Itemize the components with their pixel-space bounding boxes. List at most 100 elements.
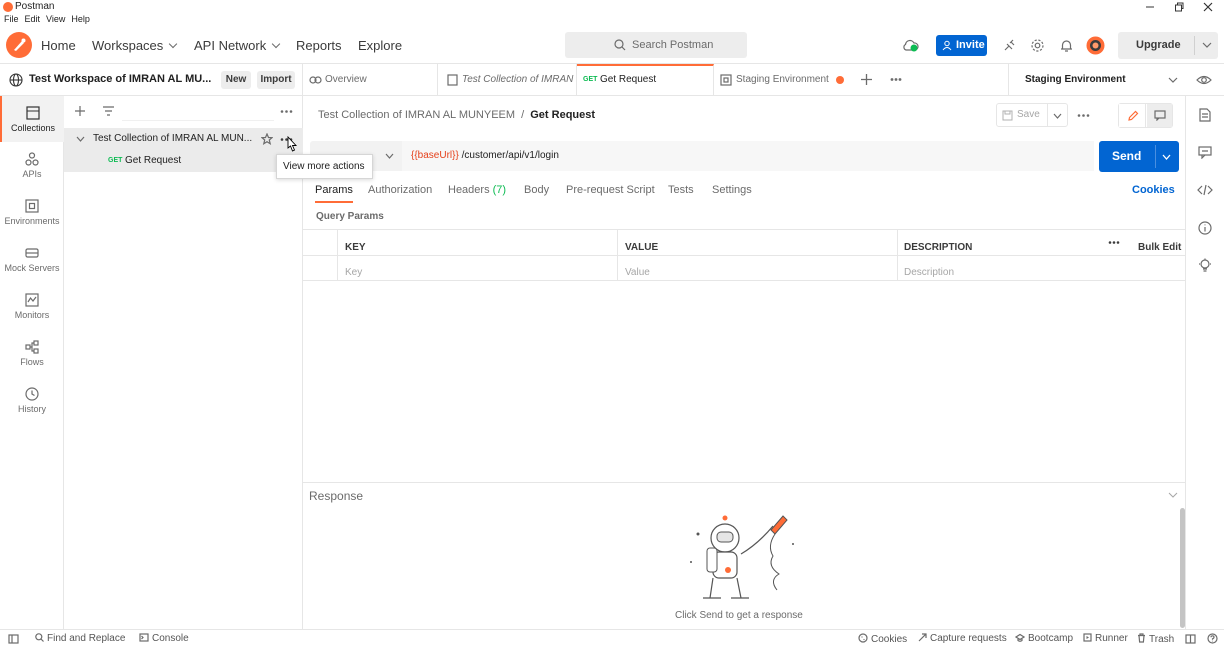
nav-mock-servers-label: Mock Servers <box>4 263 60 273</box>
mouse-cursor-icon <box>287 136 298 152</box>
edit-mode-button[interactable] <box>1119 104 1146 127</box>
satellite-icon[interactable] <box>1002 38 1017 53</box>
nav-apis[interactable]: APIs <box>0 144 64 190</box>
workspace-name[interactable]: Test Workspace of IMRAN AL MU... <box>29 73 211 85</box>
description-input[interactable]: Description <box>904 267 954 278</box>
filter-input[interactable] <box>122 103 274 121</box>
layout-toggle-icon[interactable] <box>1185 634 1196 644</box>
chevron-down-icon[interactable] <box>1053 113 1062 119</box>
runner-button[interactable]: Runner <box>1083 633 1128 644</box>
chevron-down-icon <box>1168 77 1178 83</box>
chevron-down-icon[interactable] <box>76 136 85 142</box>
avatar[interactable] <box>1086 36 1105 55</box>
new-button[interactable]: New <box>221 71 251 89</box>
sync-status-icon[interactable] <box>902 38 919 52</box>
tab-params[interactable]: Params <box>315 184 353 203</box>
filter-icon[interactable] <box>102 105 115 117</box>
breadcrumb-collection[interactable]: Test Collection of IMRAN AL MUNYEEM <box>318 109 515 121</box>
capture-requests-button[interactable]: Capture requests <box>918 633 1007 644</box>
more-tabs-icon[interactable] <box>890 77 902 82</box>
trash-button[interactable]: Trash <box>1137 633 1174 645</box>
invite-button[interactable]: Invite <box>936 35 987 56</box>
chevron-down-icon[interactable] <box>1202 42 1212 49</box>
app-header: Home Workspaces API Network Reports Expl… <box>0 28 1224 64</box>
documentation-icon[interactable] <box>1199 108 1211 122</box>
chevron-down-icon <box>272 39 281 49</box>
mock-servers-icon <box>25 248 39 258</box>
search-input[interactable]: Search Postman <box>565 32 747 58</box>
request-row[interactable]: GET Get Request <box>64 150 303 172</box>
menu-help[interactable]: Help <box>71 14 90 24</box>
key-input[interactable]: Key <box>345 267 362 278</box>
nav-mock-servers[interactable]: Mock Servers <box>0 238 64 284</box>
environment-selector[interactable]: Staging Environment <box>1008 64 1190 96</box>
minimize-icon[interactable] <box>1145 3 1155 11</box>
environment-icon <box>720 74 732 86</box>
menu-view[interactable]: View <box>46 14 65 24</box>
close-window-icon[interactable] <box>1203 2 1213 12</box>
tab-collection[interactable]: Test Collection of IMRAN <box>438 64 577 96</box>
nav-explore[interactable]: Explore <box>358 38 402 53</box>
nav-workspaces[interactable]: Workspaces <box>92 38 178 53</box>
add-tab-icon[interactable] <box>860 73 873 86</box>
bootcamp-button[interactable]: Bootcamp <box>1015 633 1073 644</box>
nav-reports[interactable]: Reports <box>296 38 342 53</box>
column-description: DESCRIPTION <box>904 242 973 253</box>
save-button[interactable]: Save <box>996 103 1068 127</box>
help-icon[interactable] <box>1207 633 1218 644</box>
menu-edit[interactable]: Edit <box>25 14 41 24</box>
url-input[interactable]: {{baseUrl}} /customer/api/v1/login <box>402 141 1094 171</box>
upgrade-button[interactable]: Upgrade <box>1118 32 1218 59</box>
restore-icon[interactable] <box>1174 2 1184 12</box>
notifications-bell-icon[interactable] <box>1059 38 1074 53</box>
environment-quick-look-icon[interactable] <box>1196 73 1212 87</box>
lightbulb-icon[interactable] <box>1198 258 1212 272</box>
nav-environments[interactable]: Environments <box>0 191 64 237</box>
collection-row[interactable]: Test Collection of IMRAN AL MUN... <box>64 128 303 150</box>
bulk-edit-button[interactable]: Bulk Edit <box>1138 242 1181 253</box>
menu-file[interactable]: File <box>4 14 19 24</box>
tab-overview[interactable]: Overview <box>303 64 438 96</box>
info-icon[interactable] <box>1198 221 1212 235</box>
tab-settings[interactable]: Settings <box>712 184 752 196</box>
tab-prerequest-script[interactable]: Pre-request Script <box>566 184 655 196</box>
nav-api-network[interactable]: API Network <box>194 38 281 53</box>
nav-home[interactable]: Home <box>41 38 76 53</box>
code-snippet-icon[interactable] <box>1197 184 1213 196</box>
star-icon[interactable] <box>261 133 273 145</box>
save-icon <box>1002 110 1013 121</box>
more-options-icon[interactable] <box>1108 240 1120 245</box>
tab-tests[interactable]: Tests <box>668 184 694 196</box>
console-button[interactable]: Console <box>139 633 189 644</box>
comments-icon[interactable] <box>1198 146 1212 159</box>
chevron-down-icon[interactable] <box>1168 492 1178 498</box>
toggle-sidebar-icon[interactable] <box>8 634 19 644</box>
nav-flows[interactable]: Flows <box>0 332 64 378</box>
tab-environment[interactable]: Staging Environment <box>714 64 849 96</box>
nav-history[interactable]: History <box>0 379 64 425</box>
add-collection-icon[interactable] <box>74 105 86 117</box>
history-icon <box>25 387 39 401</box>
import-button[interactable]: Import <box>257 71 295 89</box>
method-badge: GET <box>583 76 598 83</box>
nav-monitors[interactable]: Monitors <box>0 285 64 331</box>
response-scrollbar[interactable] <box>1180 508 1185 628</box>
tab-authorization[interactable]: Authorization <box>368 184 432 196</box>
cookies-button[interactable]: Cookies <box>858 633 907 645</box>
postman-logo-icon[interactable] <box>6 32 32 58</box>
settings-gear-icon[interactable] <box>1030 38 1045 53</box>
more-options-icon[interactable] <box>1077 113 1090 118</box>
cookies-link[interactable]: Cookies <box>1132 184 1175 196</box>
tab-headers[interactable]: Headers (7) <box>448 184 506 196</box>
tab-get-request[interactable]: GET Get Request <box>577 64 714 96</box>
more-options-icon[interactable] <box>280 109 293 114</box>
send-button[interactable]: Send <box>1099 141 1179 172</box>
tab-body[interactable]: Body <box>524 184 549 196</box>
capture-label: Capture requests <box>930 633 1007 644</box>
comment-mode-button[interactable] <box>1147 104 1172 127</box>
nav-collections[interactable]: Collections <box>0 96 64 142</box>
value-input[interactable]: Value <box>625 267 650 278</box>
nav-flows-label: Flows <box>20 357 44 367</box>
chevron-down-icon[interactable] <box>1162 154 1171 160</box>
find-replace-button[interactable]: Find and Replace <box>35 633 125 644</box>
